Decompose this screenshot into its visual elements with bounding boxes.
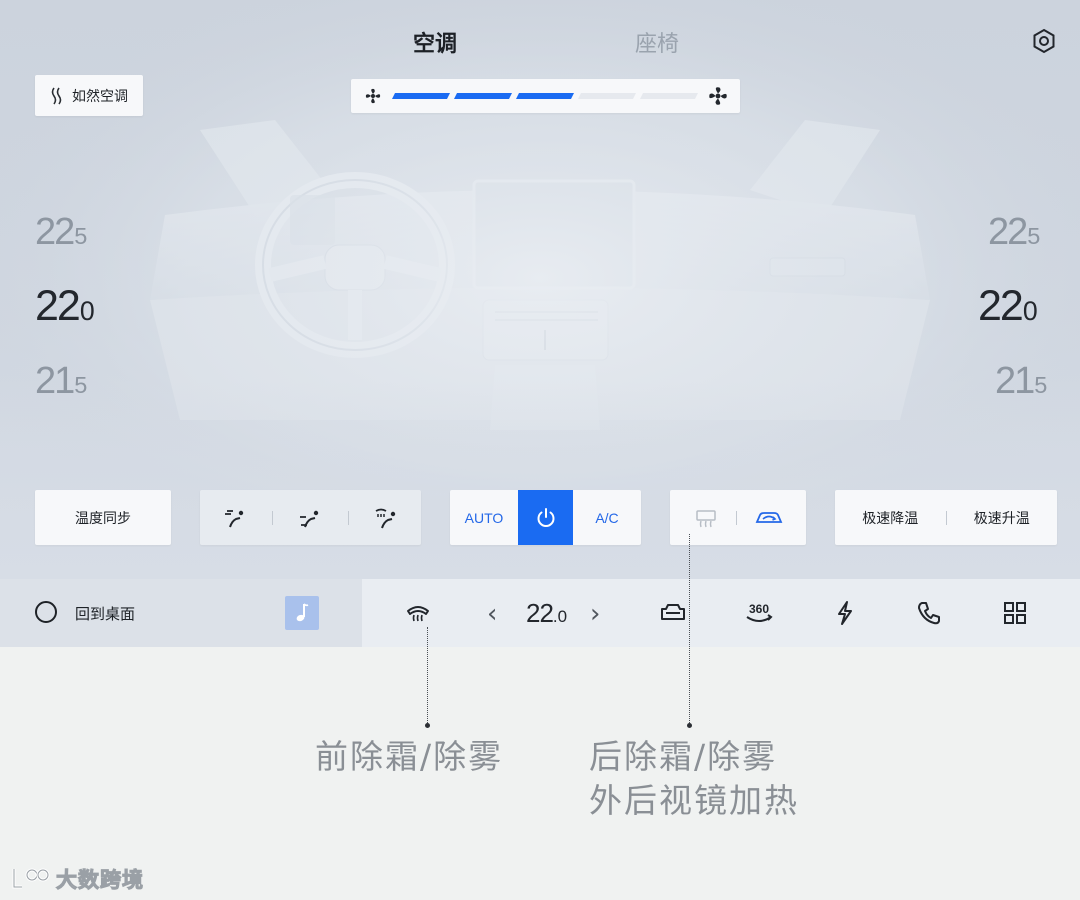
app-grid-icon[interactable]: [1001, 599, 1029, 627]
music-note-icon: [296, 603, 309, 622]
airflow-face-feet-icon[interactable]: [297, 505, 323, 531]
fan-speed-segment[interactable]: [392, 93, 450, 99]
left-temp-current: 220: [35, 285, 95, 328]
separator: [347, 510, 349, 525]
tab-seat[interactable]: 座椅: [635, 26, 679, 58]
power-button[interactable]: [518, 490, 573, 545]
fan-speed-track[interactable]: [392, 93, 698, 99]
temp-integer: 21: [995, 360, 1035, 402]
temp-integer: 22: [526, 598, 554, 628]
airflow-mode-group: [200, 490, 421, 545]
auto-button[interactable]: AUTO: [450, 490, 518, 545]
separator: [735, 510, 737, 525]
fan-speed-segment[interactable]: [578, 93, 636, 99]
fan-speed-control[interactable]: [351, 79, 740, 113]
temp-decimal: .0: [552, 607, 568, 626]
dock-temp-decrease[interactable]: ‹: [487, 599, 497, 629]
rapid-cool-button[interactable]: 极速降温: [835, 490, 946, 545]
temp-integer: 22: [988, 211, 1028, 253]
front-defrost-callout-dot: [425, 723, 430, 728]
watermark-text: 大数跨境: [56, 868, 144, 893]
rapid-temp-group: 极速降温 极速升温: [835, 490, 1057, 545]
temp-sync-button[interactable]: 温度同步: [35, 490, 171, 545]
right-temp-current: 220: [978, 285, 1038, 328]
fan-speed-segment[interactable]: [640, 93, 698, 99]
dock-temp-increase[interactable]: ›: [590, 599, 600, 629]
rapid-heat-button[interactable]: 极速升温: [947, 490, 1058, 545]
dock-right-area: [362, 579, 1080, 647]
ac-label: A/C: [595, 509, 619, 526]
home-circle-icon[interactable]: [35, 601, 57, 623]
rear-defrost-callout-dot: [687, 723, 692, 728]
temp-sync-label: 温度同步: [75, 510, 131, 527]
rapid-heat-label: 极速升温: [973, 510, 1030, 527]
natural-ac-button[interactable]: 如然空调: [35, 75, 143, 116]
auto-label: AUTO: [464, 509, 504, 526]
right-temp-down[interactable]: 215: [995, 362, 1047, 400]
temp-decimal: 0: [79, 296, 95, 326]
temp-decimal: 5: [1027, 223, 1041, 249]
fan-speed-segment[interactable]: [454, 93, 512, 99]
climate-panel: 空调 座椅 如然空调 225 220 215 225 220 215 温度同步 …: [0, 0, 1080, 579]
home-button-label[interactable]: 回到桌面: [75, 603, 135, 624]
temp-integer: 21: [35, 360, 75, 402]
settings-hex-icon[interactable]: [1030, 27, 1058, 55]
car-seat-icon[interactable]: [659, 599, 687, 627]
rear-defog-group: [670, 490, 806, 545]
power-mode-group: AUTO A/C: [450, 490, 641, 545]
front-defrost-icon[interactable]: [404, 599, 432, 627]
rear-defrost-icon[interactable]: [693, 505, 719, 531]
temp-decimal: 5: [1034, 372, 1048, 398]
music-widget[interactable]: [285, 596, 319, 630]
front-defrost-annotation: 前除霜/除雾: [315, 737, 504, 776]
fan-small-icon[interactable]: [363, 86, 383, 106]
watermark: 大数跨境: [10, 864, 144, 894]
phone-icon[interactable]: [915, 599, 943, 627]
temp-integer: 22: [978, 282, 1024, 330]
power-icon: [537, 507, 554, 527]
temp-integer: 22: [35, 282, 81, 330]
natural-ac-label: 如然空调: [72, 88, 128, 105]
right-temp-up[interactable]: 225: [988, 213, 1040, 251]
camera-360-label: 360: [749, 602, 769, 616]
charging-bolt-icon[interactable]: [831, 599, 859, 627]
left-temp-up[interactable]: 225: [35, 213, 87, 251]
airflow-face-icon[interactable]: [222, 505, 248, 531]
fan-large-icon[interactable]: [708, 86, 728, 106]
recirculation-icon[interactable]: [754, 505, 784, 531]
mirror-heat-annotation: 外后视镜加热: [589, 781, 799, 820]
airflow-wave-icon: [51, 87, 62, 104]
airflow-windshield-feet-icon[interactable]: [373, 505, 399, 531]
left-temp-down[interactable]: 215: [35, 362, 87, 400]
front-defrost-callout-line: [427, 627, 428, 725]
temp-decimal: 0: [1022, 296, 1038, 326]
tab-climate[interactable]: 空调: [413, 26, 457, 58]
rear-defrost-callout-line: [689, 534, 690, 725]
dock-temperature: 22.0: [526, 598, 567, 629]
watermark-logo-icon: [12, 868, 50, 889]
rapid-cool-label: 极速降温: [862, 510, 919, 527]
rear-defrost-annotation: 后除霜/除雾: [589, 737, 778, 776]
temp-decimal: 5: [74, 372, 88, 398]
separator: [272, 510, 274, 525]
camera-360-icon[interactable]: 360: [742, 599, 776, 627]
temp-decimal: 5: [74, 223, 88, 249]
ac-button[interactable]: A/C: [573, 490, 641, 545]
fan-speed-segment[interactable]: [516, 93, 574, 99]
temp-integer: 22: [35, 211, 75, 253]
